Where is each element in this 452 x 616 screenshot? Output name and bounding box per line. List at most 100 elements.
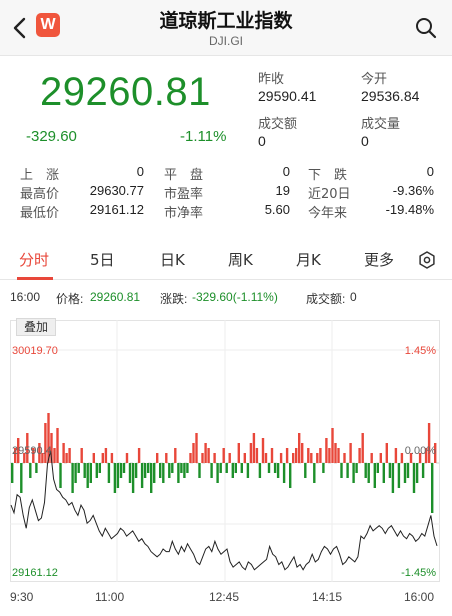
y-axis-bottom-label: 29161.12	[12, 567, 58, 579]
volume-bar	[110, 453, 114, 463]
volume-bar	[225, 463, 228, 473]
search-icon[interactable]	[414, 16, 438, 40]
volume-bar	[186, 463, 189, 473]
tab-more[interactable]: 更多	[364, 249, 394, 270]
volume-bar	[95, 463, 98, 478]
stats-row: 最低价 29161.12 市净率 5.60 今年来 -19.48%	[0, 202, 452, 222]
volume-bar	[198, 463, 201, 478]
chart-period-tabs: 分时 5日 日K 周K 月K 更多	[0, 240, 452, 280]
volume-bar	[370, 453, 373, 463]
tab-intraday[interactable]: 分时	[19, 249, 49, 270]
up-count-value: 0	[136, 164, 144, 179]
volume-bar	[125, 453, 129, 463]
volume-bar	[427, 423, 431, 463]
volume-bar	[77, 463, 80, 473]
volume-bar	[171, 463, 174, 473]
index-code: DJI.GI	[208, 34, 243, 48]
x-tick-label: 16:00	[404, 590, 435, 604]
pct-axis-mid-label: 0.00%	[405, 445, 436, 457]
volume-bar	[322, 463, 325, 473]
down-count-label: 下 跌	[308, 168, 348, 183]
volume-bar	[364, 463, 367, 478]
volume-bar	[313, 463, 316, 483]
tab-daily-k[interactable]: 日K	[160, 249, 185, 270]
volume-bar	[255, 448, 259, 463]
volume-bar	[86, 463, 89, 488]
volume-bar	[159, 463, 162, 478]
volume-bar	[316, 453, 319, 463]
price-change: -329.60	[26, 128, 77, 145]
open-label: 今开	[361, 72, 388, 87]
open-value: 29536.84	[361, 88, 420, 104]
volume-bar	[379, 453, 382, 463]
flat-count-label: 平 盘	[164, 168, 204, 183]
volume-bar	[210, 463, 213, 478]
turnover-value: 0	[258, 133, 266, 149]
volume-bar	[421, 463, 425, 478]
d20-label: 近20日	[308, 187, 351, 202]
volume-bar	[334, 443, 337, 463]
volume-bar	[282, 463, 286, 483]
volume-bar	[237, 443, 240, 463]
volume-bar	[53, 448, 56, 463]
volume-bar	[328, 448, 331, 463]
volume-bar	[415, 463, 419, 483]
info-change-label: 涨跌:	[160, 292, 188, 306]
stats-row: 最高价 29630.77 市盈率 19 近20日 -9.36%	[0, 183, 452, 203]
volume-bar	[20, 463, 23, 493]
volume-bar	[234, 463, 237, 473]
info-turnover-label: 成交额:	[306, 292, 346, 306]
volume-bar	[213, 453, 216, 463]
volume-bar	[276, 463, 280, 478]
volume-bar	[222, 448, 225, 463]
volume-bar	[298, 433, 301, 463]
volume-bar	[240, 463, 243, 473]
price-change-percent: -1.11%	[180, 128, 227, 145]
volume-bar	[292, 453, 295, 463]
prev-close-value: 29590.41	[258, 88, 317, 104]
x-tick-label: 11:00	[95, 590, 125, 604]
volume-bar	[249, 443, 253, 463]
volume-bar	[391, 463, 395, 493]
volume-bar	[301, 443, 304, 463]
pct-axis-bottom-label: -1.45%	[401, 567, 436, 579]
volume-bar	[71, 463, 74, 493]
volume-bar	[331, 428, 334, 463]
volume-bar	[406, 463, 410, 478]
tab-weekly-k[interactable]: 周K	[228, 249, 253, 270]
volume-bar	[101, 453, 104, 463]
volume-bar	[270, 448, 274, 463]
volume-bar	[228, 453, 231, 463]
volume-bar	[62, 443, 65, 463]
pe-value: 19	[275, 183, 290, 198]
volume-bar	[195, 433, 198, 463]
low-label: 最低价	[20, 206, 60, 221]
crosshair-info-bar: 16:00 价格: 29260.81 涨跌: -329.60(-1.11%) 成…	[0, 290, 452, 310]
tab-monthly-k[interactable]: 月K	[296, 249, 321, 270]
volume-bar	[119, 463, 123, 478]
volume-bar	[382, 463, 385, 483]
y-axis-mid-label: 29590.4	[12, 445, 52, 457]
volume-bar	[385, 443, 388, 463]
volume-bar	[156, 453, 159, 463]
volume-bar	[128, 463, 132, 483]
volume-bar	[207, 448, 210, 463]
volume-bar	[319, 448, 322, 463]
low-value: 29161.12	[89, 202, 144, 217]
tab-5day[interactable]: 5日	[90, 249, 115, 270]
volume-bar	[162, 463, 165, 483]
volume-bar	[153, 463, 156, 483]
info-time: 16:00	[10, 290, 41, 304]
intraday-chart[interactable]: 30019.70 29590.4 29161.12 1.45% 0.00% -1…	[10, 320, 440, 582]
pb-value: 5.60	[264, 202, 290, 217]
volume-bar	[192, 443, 195, 463]
volume-bar	[56, 428, 59, 463]
volume-bar	[388, 463, 392, 478]
volume-bar	[107, 463, 111, 483]
down-count-value: 0	[426, 164, 434, 179]
overlay-button[interactable]: 叠加	[16, 318, 56, 336]
volume-bar	[134, 463, 138, 478]
volume-bar	[295, 448, 298, 463]
volume-bar	[310, 453, 313, 463]
settings-icon[interactable]	[418, 251, 436, 269]
